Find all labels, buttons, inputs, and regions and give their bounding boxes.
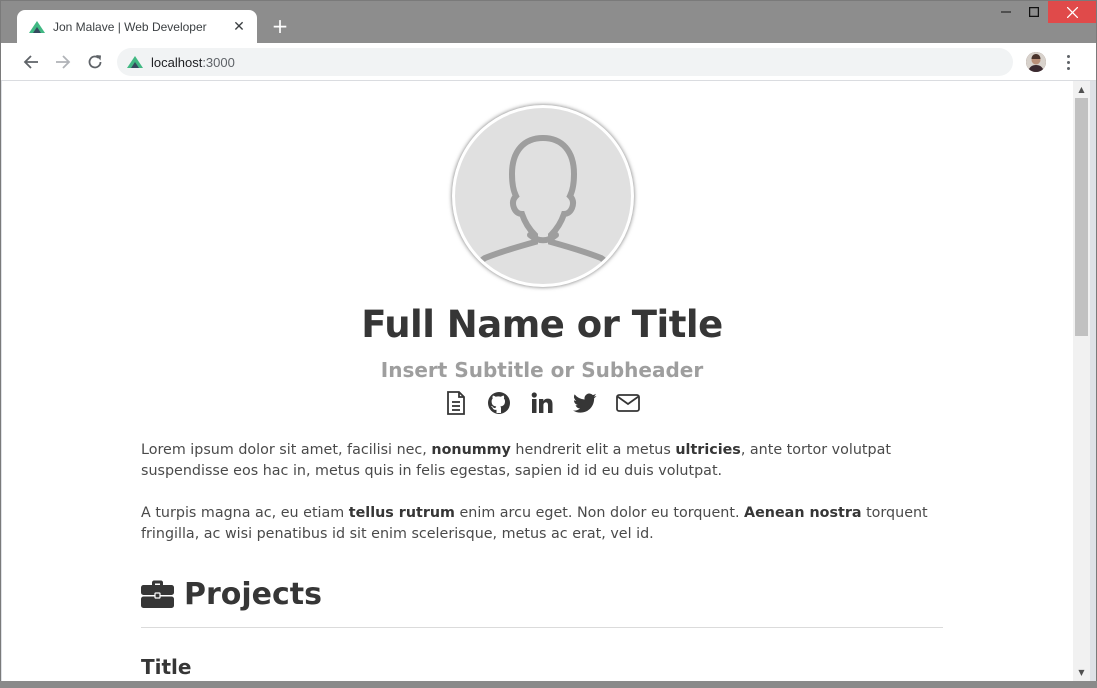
maximize-icon bbox=[1029, 7, 1039, 17]
projects-heading-label: Projects bbox=[184, 576, 323, 612]
user-silhouette-icon bbox=[470, 135, 616, 279]
profile-avatar-image bbox=[452, 105, 634, 287]
scroll-up-icon[interactable]: ▲ bbox=[1073, 83, 1090, 97]
profile-avatar[interactable] bbox=[1026, 52, 1046, 72]
vue-logo-icon bbox=[127, 56, 143, 68]
window-bottom-edge bbox=[0, 681, 1097, 688]
page-viewport: Full Name or Title Insert Subtitle or Su… bbox=[2, 81, 1073, 682]
linkedin-icon[interactable] bbox=[530, 391, 554, 415]
bio-bold-text: ultricies bbox=[675, 442, 741, 458]
browser-tab[interactable]: Jon Malave | Web Developer ✕ bbox=[17, 10, 257, 44]
url-port: :3000 bbox=[202, 54, 235, 70]
new-tab-button[interactable]: + bbox=[269, 15, 291, 37]
window-controls bbox=[992, 1, 1096, 25]
forward-icon bbox=[56, 55, 71, 69]
profile-photo bbox=[1026, 52, 1046, 72]
page-subtitle: Insert Subtitle or Subheader bbox=[380, 358, 704, 382]
bio-bold-text: Aenean nostra bbox=[744, 505, 862, 521]
bio-text: enim arcu eget. Non dolor eu torquent. bbox=[454, 505, 745, 521]
twitter-icon[interactable] bbox=[573, 391, 597, 415]
projects-heading: Projects bbox=[141, 574, 322, 614]
github-icon[interactable] bbox=[487, 391, 511, 415]
browser-window: Jon Malave | Web Developer ✕ + localhost… bbox=[0, 0, 1097, 688]
page-title: Full Name or Title bbox=[361, 303, 723, 346]
bio-text: hendrerit elit a metus bbox=[510, 442, 676, 458]
vue-logo-icon bbox=[29, 21, 45, 33]
scroll-down-icon[interactable]: ▼ bbox=[1073, 666, 1090, 680]
bio-text: Lorem ipsum dolor sit amet, facilisi nec… bbox=[141, 442, 432, 458]
back-icon bbox=[23, 55, 38, 69]
tab-title: Jon Malave | Web Developer bbox=[53, 20, 207, 34]
bio-text: A turpis magna ac, eu etiam bbox=[141, 505, 349, 521]
bio-paragraph-1: Lorem ipsum dolor sit amet, facilisi nec… bbox=[141, 440, 943, 482]
email-icon[interactable] bbox=[616, 391, 640, 415]
close-window-button[interactable] bbox=[1048, 1, 1096, 23]
scrollbar-thumb[interactable] bbox=[1075, 98, 1088, 336]
title-bar: Jon Malave | Web Developer ✕ + bbox=[1, 1, 1096, 44]
bio-paragraph-2: A turpis magna ac, eu etiam tellus rutru… bbox=[141, 503, 943, 545]
tab-close-icon[interactable]: ✕ bbox=[231, 19, 247, 35]
section-divider bbox=[141, 627, 943, 628]
close-icon bbox=[1066, 6, 1078, 18]
minimize-icon bbox=[1001, 11, 1011, 13]
minimize-button[interactable] bbox=[992, 1, 1020, 23]
reload-icon bbox=[88, 55, 102, 69]
project-title: Title bbox=[141, 655, 192, 679]
vertical-scrollbar[interactable]: ▲ ▼ bbox=[1073, 81, 1090, 682]
url-host: localhost bbox=[151, 54, 203, 70]
social-links bbox=[141, 391, 943, 417]
browser-toolbar: localhost:3000 bbox=[1, 43, 1096, 81]
address-bar[interactable]: localhost:3000 bbox=[117, 48, 1013, 76]
briefcase-icon bbox=[141, 580, 174, 608]
maximize-button[interactable] bbox=[1020, 1, 1048, 23]
resume-icon[interactable] bbox=[444, 391, 468, 415]
reload-button[interactable] bbox=[83, 50, 107, 74]
bio-bold-text: tellus rutrum bbox=[348, 505, 455, 521]
menu-dots-icon[interactable] bbox=[1059, 51, 1077, 73]
bio-bold-text: nonummy bbox=[431, 442, 511, 458]
forward-button[interactable] bbox=[51, 50, 75, 74]
back-button[interactable] bbox=[19, 50, 43, 74]
